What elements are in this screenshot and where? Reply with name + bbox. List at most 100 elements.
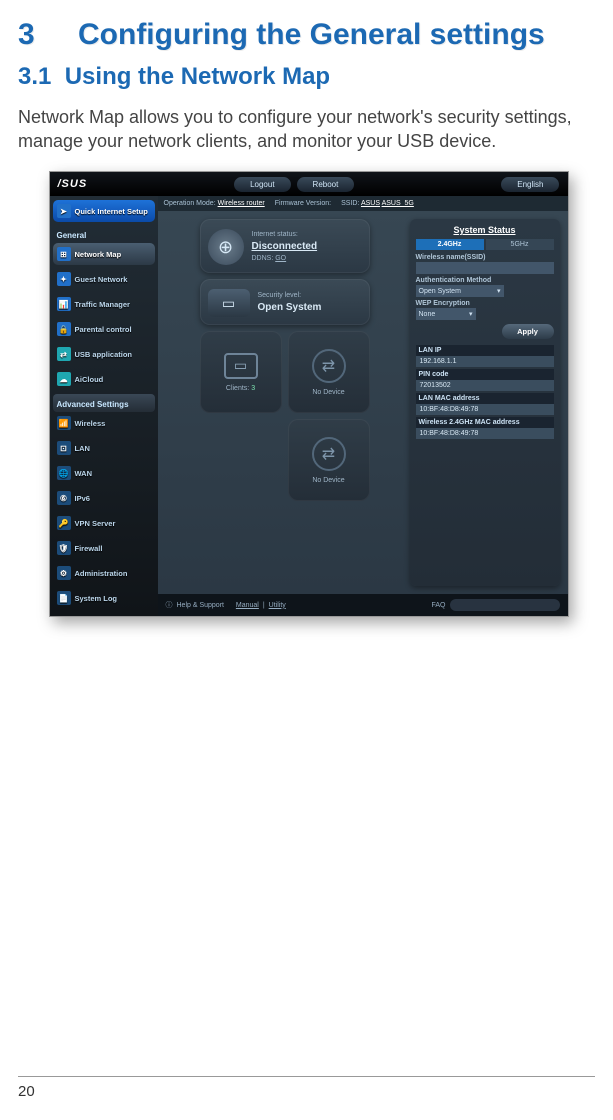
sidebar: ➤ Quick Internet Setup General ⊞Network … [50, 196, 158, 616]
section-heading: 3.1 Using the Network Map [18, 63, 599, 91]
usb-icon: ⇄ [57, 347, 71, 361]
sidebar-item-label: Quick Internet Setup [75, 207, 148, 216]
lan-ip-label: LAN IP [416, 345, 554, 356]
sidebar-item-label: Firewall [75, 544, 103, 553]
section-title: Using the Network Map [65, 63, 330, 90]
ssid-value-2[interactable]: ASUS_5G [382, 200, 414, 207]
sidebar-item-traffic-manager[interactable]: 📊Traffic Manager [53, 293, 155, 315]
tab-2-4ghz[interactable]: 2.4GHz [416, 239, 484, 250]
clients-label: Clients: [226, 385, 249, 392]
router-admin-screenshot: /SUS Logout Reboot English ➤ Quick Inter… [49, 171, 569, 617]
faq-label: FAQ [431, 602, 445, 609]
cloud-icon: ☁ [57, 372, 71, 386]
lock-icon: 🔒 [57, 322, 71, 336]
info-bar: Operation Mode: Wireless router Firmware… [158, 196, 568, 211]
sidebar-item-label: System Log [75, 594, 118, 603]
map-icon: ⊞ [57, 247, 71, 261]
vpn-icon: 🔑 [57, 516, 71, 530]
chevron-down-icon: ▾ [497, 287, 501, 295]
tab-5ghz[interactable]: 5GHz [486, 239, 554, 250]
body-paragraph: Network Map allows you to configure your… [18, 105, 599, 154]
op-mode-label: Operation Mode: [164, 200, 216, 207]
clients-count: 3 [251, 385, 255, 392]
auth-select[interactable]: Open System ▾ [416, 285, 504, 297]
security-value: Open System [258, 301, 322, 315]
brand-logo: /SUS [58, 178, 88, 190]
shield-icon: 🛡 [57, 541, 71, 555]
ipv6-icon: ⑥ [57, 491, 71, 505]
usb-status-1: No Device [312, 389, 344, 396]
sidebar-item-wan[interactable]: 🌐WAN [53, 462, 155, 484]
manual-link[interactable]: Manual [236, 602, 259, 609]
ddns-link[interactable]: GO [275, 255, 286, 262]
page-number: 20 [18, 1083, 35, 1100]
ssid-input[interactable] [416, 262, 554, 274]
sidebar-item-administration[interactable]: ⚙ Administration [53, 562, 155, 584]
sidebar-item-label: AiCloud [75, 375, 104, 384]
sidebar-item-label: VPN Server [75, 519, 116, 528]
system-status-panel: System Status 2.4GHz 5GHz Wireless name(… [410, 219, 560, 586]
internet-status-label: Internet status: [252, 230, 318, 240]
sidebar-item-lan[interactable]: ⊡LAN [53, 437, 155, 459]
language-button[interactable]: English [501, 177, 559, 192]
sidebar-item-vpn-server[interactable]: 🔑 VPN Server [53, 512, 155, 534]
sidebar-item-label: USB application [75, 350, 133, 359]
sidebar-item-wireless[interactable]: 📶Wireless [53, 412, 155, 434]
chevron-down-icon: ▾ [469, 310, 473, 318]
wifi-icon: 📶 [57, 416, 71, 430]
wep-select-value: None [419, 311, 436, 318]
usb-icon: ⇄ [312, 349, 346, 383]
utility-link[interactable]: Utility [269, 602, 286, 609]
usb-tile-2[interactable]: ⇄ No Device [288, 419, 370, 501]
ssid-field-label: Wireless name(SSID) [416, 254, 554, 261]
logout-button[interactable]: Logout [234, 177, 290, 192]
page-footer: 20 [18, 1076, 595, 1100]
pin-code-value: 72013502 [416, 380, 554, 391]
gear-icon: ⚙ [57, 566, 71, 580]
lan-mac-label: LAN MAC address [416, 393, 554, 404]
sidebar-item-label: Guest Network [75, 275, 128, 284]
sidebar-item-label: Parental control [75, 325, 132, 334]
auth-select-value: Open System [419, 288, 461, 295]
usb-status-2: No Device [312, 477, 344, 484]
sidebar-item-network-map[interactable]: ⊞ Network Map [53, 243, 155, 265]
sidebar-item-ipv6[interactable]: ⑥IPv6 [53, 487, 155, 509]
faq-search-input[interactable] [450, 599, 560, 611]
top-bar: /SUS Logout Reboot English [50, 172, 568, 196]
wep-select[interactable]: None ▾ [416, 308, 476, 320]
traffic-icon: 📊 [57, 297, 71, 311]
usb-icon: ⇄ [312, 437, 346, 471]
sidebar-item-system-log[interactable]: 📄System Log [53, 587, 155, 609]
sidebar-item-aicloud[interactable]: ☁ AiCloud [53, 368, 155, 390]
sidebar-item-label: Administration [75, 569, 128, 578]
ssid-label: SSID: [341, 200, 359, 207]
lan-mac-value: 10:BF:48:D8:49:78 [416, 404, 554, 415]
sidebar-item-quick-internet-setup[interactable]: ➤ Quick Internet Setup [53, 200, 155, 222]
clients-tile[interactable]: ▭ Clients: 3 [200, 331, 282, 413]
auth-field-label: Authentication Method [416, 277, 554, 284]
pin-code-label: PIN code [416, 369, 554, 380]
router-icon: ▭ [208, 289, 250, 317]
wireless-mac-value: 10:BF:48:D8:49:78 [416, 428, 554, 439]
globe-icon: ⊕ [208, 229, 244, 265]
sidebar-item-firewall[interactable]: 🛡 Firewall [53, 537, 155, 559]
ssid-value-1[interactable]: ASUS [361, 200, 380, 207]
monitor-icon: ▭ [224, 353, 258, 379]
wireless-mac-label: Wireless 2.4GHz MAC address [416, 417, 554, 428]
usb-tile-1[interactable]: ⇄ No Device [288, 331, 370, 413]
security-card[interactable]: ▭ Security level: Open System [200, 279, 370, 325]
sidebar-item-guest-network[interactable]: ✦Guest Network [53, 268, 155, 290]
reboot-button[interactable]: Reboot [297, 177, 355, 192]
lan-icon: ⊡ [57, 441, 71, 455]
section-number: 3.1 [18, 63, 51, 90]
info-icon: ⓘ [166, 600, 173, 610]
apply-button[interactable]: Apply [502, 324, 554, 339]
op-mode-value[interactable]: Wireless router [218, 200, 265, 207]
wep-field-label: WEP Encryption [416, 300, 554, 307]
sidebar-item-parental-control[interactable]: 🔒 Parental control [53, 318, 155, 340]
internet-status-card[interactable]: ⊕ Internet status: Disconnected DDNS: GO [200, 219, 370, 273]
sidebar-item-label: Network Map [75, 250, 122, 259]
sidebar-item-label: WAN [75, 469, 93, 478]
security-label: Security level: [258, 291, 322, 301]
sidebar-item-usb-application[interactable]: ⇄ USB application [53, 343, 155, 365]
